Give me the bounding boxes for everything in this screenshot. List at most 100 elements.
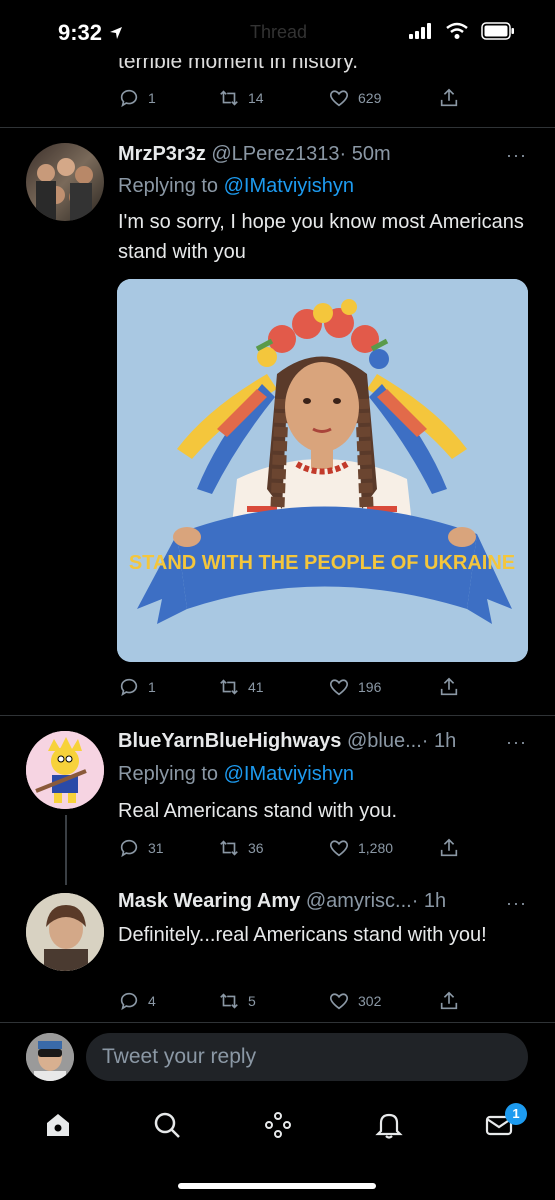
retweet-count: 41 — [248, 679, 264, 695]
share-icon — [440, 838, 458, 857]
divider — [0, 127, 555, 128]
like-count: 302 — [358, 993, 382, 1009]
more-options-icon[interactable]: ··· — [506, 893, 527, 914]
previous-tweet-actions: 1 14 629 — [118, 87, 460, 109]
replying-prefix: Replying to — [118, 175, 219, 197]
notifications-icon[interactable] — [374, 1110, 404, 1140]
reply-icon — [120, 678, 138, 697]
more-options-icon[interactable]: ··· — [506, 145, 527, 166]
avatar-image — [26, 893, 104, 971]
battery-icon — [481, 22, 514, 40]
retweet-button[interactable]: 5 — [218, 990, 328, 1012]
replying-to: Replying to @IMatviyishyn — [118, 763, 354, 786]
share-icon — [440, 991, 458, 1010]
heart-icon — [329, 840, 349, 857]
thread-connector — [65, 815, 67, 885]
like-button[interactable]: 629 — [328, 87, 438, 109]
heart-icon — [329, 993, 349, 1010]
tweet-author-row: Mask Wearing Amy @amyrisc...· 1h — [118, 890, 446, 913]
reply-button[interactable]: 31 — [118, 837, 218, 859]
retweet-button[interactable]: 41 — [218, 676, 328, 698]
replying-to: Replying to @IMatviyishyn — [118, 175, 354, 198]
like-button[interactable]: 1,280 — [328, 837, 438, 859]
tweet-text: I'm so sorry, I hope you know most Ameri… — [118, 211, 524, 263]
retweet-count: 36 — [248, 840, 264, 856]
reply-button[interactable]: 4 — [118, 990, 218, 1012]
replying-prefix: Replying to — [118, 763, 219, 785]
author-handle[interactable]: @LPerez1313 — [211, 143, 339, 165]
home-indicator — [178, 1183, 376, 1189]
location-arrow-icon — [110, 27, 123, 39]
retweet-icon — [220, 90, 238, 106]
banner-text: STAND WITH THE PEOPLE OF UKRAINE — [129, 552, 515, 574]
reply-count: 31 — [148, 840, 164, 856]
reply-icon — [120, 992, 138, 1011]
share-icon — [440, 677, 458, 696]
retweet-button[interactable]: 14 — [218, 87, 328, 109]
retweet-button[interactable]: 36 — [218, 837, 328, 859]
tweet-author-row: MrzP3r3z @LPerez1313· 50m — [118, 143, 391, 166]
avatar[interactable] — [26, 731, 104, 809]
avatar[interactable] — [26, 893, 104, 971]
share-icon — [440, 88, 458, 107]
like-button[interactable]: 196 — [328, 676, 438, 698]
author-name[interactable]: Mask Wearing Amy — [118, 890, 300, 912]
retweet-icon — [220, 993, 238, 1009]
reply-count: 1 — [148, 90, 156, 106]
share-button[interactable] — [438, 990, 460, 1012]
tweet-media-image[interactable]: STAND WITH THE PEOPLE OF UKRAINE — [117, 279, 528, 662]
author-name[interactable]: MrzP3r3z — [118, 143, 206, 165]
reply-button[interactable]: 1 — [118, 87, 218, 109]
tweet-time: · 50m — [339, 143, 391, 165]
avatar-image — [36, 158, 93, 221]
home-icon[interactable] — [43, 1110, 73, 1140]
reply-count: 4 — [148, 993, 156, 1009]
mention-link[interactable]: @IMatviyishyn — [224, 175, 354, 197]
reply-icon — [120, 839, 138, 858]
author-handle[interactable]: @blue... — [347, 730, 422, 752]
share-button[interactable] — [438, 87, 460, 109]
retweet-icon — [220, 840, 238, 856]
like-count: 629 — [358, 90, 382, 106]
like-count: 196 — [358, 679, 382, 695]
status-icons — [409, 22, 515, 40]
heart-icon — [329, 90, 349, 107]
tweet-time: · 1h — [411, 890, 447, 912]
divider — [0, 715, 555, 716]
my-avatar[interactable] — [26, 1033, 74, 1081]
messages-badge: 1 — [505, 1103, 527, 1125]
signal-icon — [409, 23, 431, 39]
reply-icon — [120, 89, 138, 108]
status-bar: 9:32 Thread — [0, 0, 555, 68]
ukraine-illustration: STAND WITH THE PEOPLE OF UKRAINE — [117, 279, 528, 662]
tweet-actions: 1 41 196 — [118, 676, 460, 698]
my-avatar-image — [26, 1033, 74, 1081]
mention-link[interactable]: @IMatviyishyn — [224, 763, 354, 785]
more-options-icon[interactable]: ··· — [506, 732, 527, 753]
status-time: 9:32 — [58, 20, 124, 46]
reply-input[interactable]: Tweet your reply — [86, 1033, 528, 1081]
tweet-text: Definitely...real Americans stand with y… — [118, 924, 487, 946]
retweet-count: 5 — [248, 993, 256, 1009]
heart-icon — [329, 679, 349, 696]
tweet-actions: 4 5 302 — [118, 990, 460, 1012]
tweet-text: Real Americans stand with you. — [118, 800, 398, 822]
author-name[interactable]: BlueYarnBlueHighways — [118, 730, 341, 752]
like-count: 1,280 — [358, 840, 394, 856]
avatar[interactable] — [26, 143, 104, 221]
share-button[interactable] — [438, 676, 460, 698]
wifi-icon — [446, 22, 468, 39]
author-handle[interactable]: @amyrisc... — [306, 890, 412, 912]
reply-button[interactable]: 1 — [118, 676, 218, 698]
spaces-icon[interactable] — [263, 1110, 293, 1140]
like-button[interactable]: 302 — [328, 990, 438, 1012]
tweet-author-row: BlueYarnBlueHighways @blue...· 1h — [118, 730, 456, 753]
header-title: Thread — [250, 22, 308, 42]
retweet-icon — [220, 679, 238, 695]
tweet-actions: 31 36 1,280 — [118, 837, 460, 859]
search-icon[interactable] — [152, 1110, 182, 1140]
avatar-image — [26, 731, 104, 809]
share-button[interactable] — [438, 837, 460, 859]
retweet-count: 14 — [248, 90, 264, 106]
tweet-time: · 1h — [421, 730, 457, 752]
